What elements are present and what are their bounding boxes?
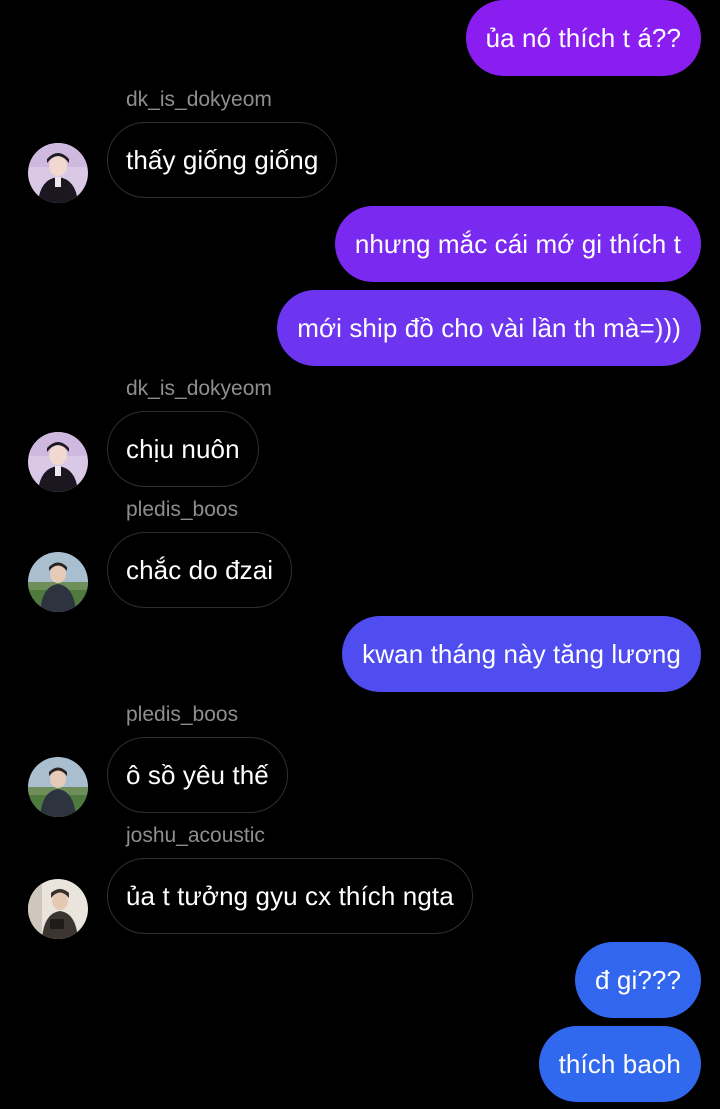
message-text: chịu nuôn xyxy=(126,433,240,464)
outgoing-message[interactable]: thích baoh xyxy=(538,1026,701,1102)
sender-name: pledis_boos xyxy=(126,498,239,521)
profile-photo-icon xyxy=(28,552,88,612)
profile-photo-icon xyxy=(28,757,88,817)
outgoing-message[interactable]: mới ship đồ cho vài lần th mà=))) xyxy=(277,290,701,366)
incoming-message[interactable]: chắc do đzai xyxy=(107,532,293,608)
profile-photo-icon xyxy=(28,143,88,203)
outgoing-message[interactable]: kwan tháng này tăng lương xyxy=(342,616,701,692)
chat-screen: { "colors": { "background": "#000000", "… xyxy=(0,0,720,1109)
message-text: ủa t tưởng gyu cx thích ngta xyxy=(126,880,454,911)
incoming-message[interactable]: thấy giống giống xyxy=(107,122,338,198)
message-text: kwan tháng này tăng lương xyxy=(362,638,681,669)
message-text: mới ship đồ cho vài lần th mà=))) xyxy=(297,312,681,343)
profile-photo-icon xyxy=(28,432,88,492)
sender-name: dk_is_dokyeom xyxy=(126,88,272,111)
avatar[interactable] xyxy=(28,757,88,817)
message-text: ô sồ yêu thế xyxy=(126,759,269,790)
message-text: thấy giống giống xyxy=(126,144,319,175)
sender-name: pledis_boos xyxy=(126,703,239,726)
incoming-message[interactable]: chịu nuôn xyxy=(107,411,259,487)
incoming-message[interactable]: ô sồ yêu thế xyxy=(107,737,288,813)
outgoing-message[interactable]: nhưng mắc cái mớ gi thích t xyxy=(334,206,701,282)
sender-name: dk_is_dokyeom xyxy=(126,377,272,400)
message-text: thích baoh xyxy=(558,1048,681,1079)
avatar[interactable] xyxy=(28,552,88,612)
message-text: chắc do đzai xyxy=(126,554,274,585)
outgoing-message[interactable]: ủa nó thích t á?? xyxy=(465,0,701,76)
message-text: ủa nó thích t á?? xyxy=(485,22,681,53)
avatar[interactable] xyxy=(28,432,88,492)
avatar[interactable] xyxy=(28,879,88,939)
message-text: đ gi??? xyxy=(595,964,681,995)
message-text: nhưng mắc cái mớ gi thích t xyxy=(354,228,681,259)
avatar[interactable] xyxy=(28,143,88,203)
outgoing-message[interactable]: đ gi??? xyxy=(575,942,701,1018)
incoming-message[interactable]: ủa t tưởng gyu cx thích ngta xyxy=(107,858,473,934)
sender-name: joshu_acoustic xyxy=(126,824,265,847)
profile-photo-icon xyxy=(28,879,88,939)
